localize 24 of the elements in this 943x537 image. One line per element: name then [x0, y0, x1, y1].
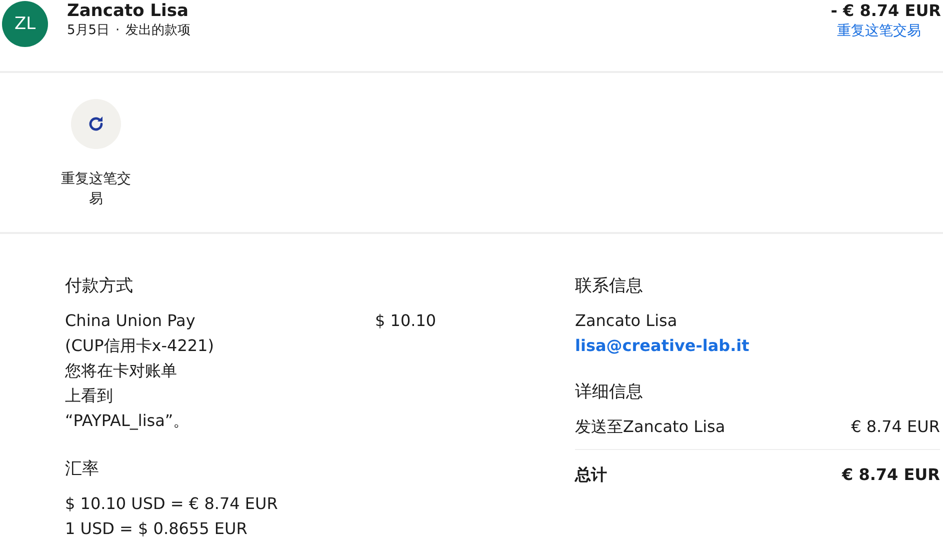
detail-label: 总计 — [575, 464, 607, 486]
email-link[interactable]: lisa@creative-lab.it — [575, 333, 940, 358]
section-title: 详细信息 — [575, 381, 644, 404]
payment-amount: $ 10.10 — [375, 310, 436, 332]
section-title: 汇率 — [65, 458, 100, 481]
contact-name: Zancato Lisa — [67, 0, 190, 22]
contact-name: Zancato Lisa — [575, 310, 678, 332]
transaction-date: 5月5日 — [67, 22, 110, 40]
statement-note: 您将在卡对账单 上看到 “PAYPAL_lisa”。 — [65, 360, 190, 432]
payment-method: China Union Pay — [65, 310, 196, 332]
transaction-amount: - € 8.74 EUR — [830, 0, 941, 22]
section-title: 联系信息 — [575, 275, 644, 298]
separator-dot: · — [116, 22, 120, 40]
detail-value: € 8.74 EUR — [842, 464, 940, 486]
section-title: 付款方式 — [65, 275, 134, 298]
detail-label: 发送至Zancato Lisa — [575, 416, 726, 438]
exchange-rate: 1 USD = $ 0.8655 EUR — [65, 518, 248, 537]
exchange-rate: $ 10.10 USD = € 8.74 EUR — [65, 493, 279, 515]
transaction-type: 发出的款项 — [126, 22, 191, 40]
detail-value: € 8.74 EUR — [851, 416, 940, 438]
avatar: ZL — [2, 1, 48, 47]
card-info: (CUP信用卡x-4221) — [65, 335, 215, 357]
repeat-transaction-link[interactable]: 重复这笔交易 — [837, 22, 921, 40]
repeat-transaction-button[interactable]: 重复这笔交易 — [58, 99, 134, 232]
